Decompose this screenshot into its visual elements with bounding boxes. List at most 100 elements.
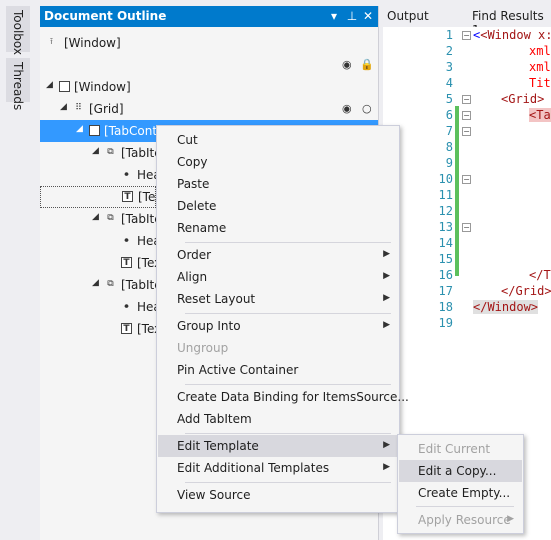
menu-item-label: Paste (177, 177, 210, 191)
outline-header: Document Outline ▾ ⊥ ✕ (40, 6, 378, 27)
textblock-icon: T (121, 323, 132, 334)
editor-tab-strip: Output Find Results 1 (379, 6, 551, 37)
fold-toggle-icon[interactable]: − (462, 223, 471, 232)
tabitem-icon: ⧉ (107, 279, 114, 289)
eye-icon[interactable]: ◉ (342, 58, 352, 71)
menu-item-align[interactable]: Align ▶ (158, 266, 398, 288)
menu-item-view-source[interactable]: View Source (158, 484, 398, 506)
line-number: 16 (438, 268, 453, 282)
menu-item-label: View Source (177, 488, 251, 502)
root-breadcrumb[interactable]: ⭱ [Window] (40, 32, 378, 54)
collapse-arrow-icon[interactable]: ◢ (60, 102, 67, 112)
pin-icon[interactable]: ⊥ (344, 8, 360, 24)
collapse-arrow-icon[interactable]: ◢ (76, 124, 83, 134)
menu-item-paste[interactable]: Paste (158, 173, 398, 195)
toolbox-tab[interactable]: Toolbox (6, 6, 30, 55)
tree-item-window[interactable]: ◢ [Window] (40, 76, 378, 98)
menu-item-cut[interactable]: Cut (158, 129, 398, 151)
submenu-item-apply-resource: Apply Resource ▶ (399, 509, 522, 531)
menu-item-label: Reset Layout (177, 292, 256, 306)
property-icon: ⦁ (124, 169, 129, 179)
menu-separator (185, 482, 391, 483)
menu-item-label: Apply Resource (418, 513, 511, 527)
context-menu: Cut Copy Paste Delete Rename Order ▶ Alig… (156, 125, 409, 513)
submenu-item-create-empty[interactable]: Create Empty... (399, 482, 522, 504)
textblock-icon: T (122, 191, 133, 202)
collapse-arrow-icon[interactable]: ◢ (92, 212, 99, 222)
dropdown-icon[interactable]: ▾ (326, 8, 342, 24)
line-number: 9 (445, 156, 453, 170)
code-line-4: Tit (529, 76, 551, 90)
threads-tab[interactable]: Threads (6, 58, 30, 110)
menu-item-reset-layout[interactable]: Reset Layout ▶ (158, 288, 398, 310)
fold-toggle-icon[interactable]: − (462, 175, 471, 184)
menu-item-label: Group Into (177, 319, 241, 333)
menu-item-label: Edit Additional Templates (177, 461, 330, 475)
root-toolbar: ◉ 🔒 (40, 54, 378, 76)
property-icon: ⦁ (124, 301, 129, 311)
menu-item-edit-additional-templates[interactable]: Edit Additional Templates ▶ (158, 457, 398, 479)
tab-output[interactable]: Output (387, 9, 429, 23)
menu-separator (416, 506, 514, 507)
menu-separator (185, 313, 391, 314)
menu-item-order[interactable]: Order ▶ (158, 244, 398, 266)
line-number: 13 (438, 220, 453, 234)
submenu-item-edit-current: Edit Current (399, 438, 522, 460)
edit-template-submenu: Edit Current Edit a Copy... Create Empty… (397, 434, 524, 534)
menu-separator (185, 384, 391, 385)
submenu-arrow-icon: ▶ (507, 514, 514, 524)
fold-toggle-icon[interactable]: − (462, 111, 471, 120)
line-number: 14 (438, 236, 453, 250)
fold-toggle-icon[interactable]: − (462, 95, 471, 104)
tree-item-grid[interactable]: ◢ ⠿ [Grid] ◉ ○ (40, 98, 378, 120)
menu-item-label: Edit Current (418, 442, 491, 456)
menu-item-edit-template[interactable]: Edit Template ▶ (158, 435, 398, 457)
menu-item-label: Delete (177, 199, 217, 213)
root-label: [Window] (64, 36, 121, 50)
tree-item-label: [Grid] (89, 102, 124, 116)
eye-icon[interactable]: ◉ (342, 102, 352, 115)
menu-item-group-into[interactable]: Group Into ▶ (158, 315, 398, 337)
close-icon[interactable]: ✕ (360, 8, 376, 24)
collapse-arrow-icon[interactable]: ◢ (92, 278, 99, 288)
menu-item-rename[interactable]: Rename (158, 217, 398, 239)
tree-item-textblock[interactable]: T [TextBlock] (40, 186, 204, 208)
submenu-arrow-icon: ▶ (383, 462, 390, 472)
line-number: 1 (445, 28, 453, 42)
line-number: 8 (445, 140, 453, 154)
fold-toggle-icon[interactable]: − (462, 127, 471, 136)
line-number: 6 (445, 108, 453, 122)
menu-item-create-data-binding[interactable]: Create Data Binding for ItemsSource... (158, 386, 409, 408)
code-line-3: xml (529, 60, 551, 74)
up-arrow-icon: ⭱ (49, 37, 54, 47)
line-number: 5 (445, 92, 453, 106)
menu-item-delete[interactable]: Delete (158, 195, 398, 217)
collapse-arrow-icon[interactable]: ◢ (46, 80, 53, 90)
collapse-arrow-icon[interactable]: ◢ (92, 146, 99, 156)
tree-item-label: [Window] (74, 80, 131, 94)
code-line-6: <Ta (529, 108, 551, 122)
code-line-1: <<Window x:C (473, 28, 551, 42)
code-line-17: </Grid> (501, 284, 551, 298)
submenu-arrow-icon: ▶ (383, 249, 390, 259)
lock-icon[interactable]: 🔒 (360, 58, 374, 71)
line-number: 3 (445, 60, 453, 74)
menu-item-add-tabitem[interactable]: Add TabItem (158, 408, 398, 430)
menu-item-label: Create Data Binding for ItemsSource... (177, 390, 409, 404)
menu-item-label: Align (177, 270, 208, 284)
line-number: 12 (438, 204, 453, 218)
submenu-arrow-icon: ▶ (383, 440, 390, 450)
circle-icon[interactable]: ○ (362, 102, 372, 115)
menu-separator (185, 242, 391, 243)
menu-item-label: Create Empty... (418, 486, 511, 500)
line-number: 4 (445, 76, 453, 90)
line-number: 19 (438, 316, 453, 330)
menu-item-copy[interactable]: Copy (158, 151, 398, 173)
submenu-item-edit-a-copy[interactable]: Edit a Copy... (399, 460, 522, 482)
fold-toggle-icon[interactable]: − (462, 31, 471, 40)
menu-item-label: Edit a Copy... (418, 464, 497, 478)
code-line-18: </Window> (473, 300, 539, 314)
grid-icon: ⠿ (75, 103, 82, 113)
menu-item-label: Add TabItem (177, 412, 252, 426)
menu-item-pin-active-container[interactable]: Pin Active Container (158, 359, 398, 381)
